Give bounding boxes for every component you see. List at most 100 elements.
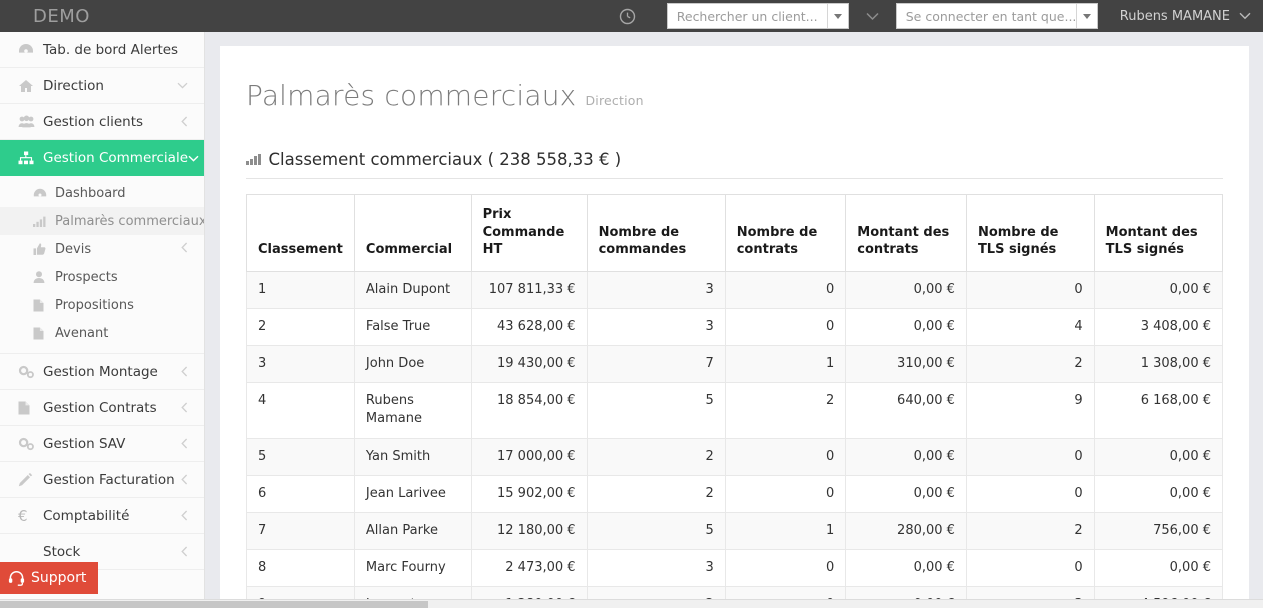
topbar-expand-chevron[interactable]: [849, 12, 896, 21]
column-header-classement[interactable]: Classement: [246, 194, 355, 272]
client-search-input[interactable]: Rechercher un client...: [666, 3, 849, 29]
cell-rank: 3: [246, 345, 355, 384]
cell-montant-tls: 0,00 €: [1093, 270, 1224, 309]
table-row[interactable]: 8 Marc Fourny 2 473,00 €3 0 0,00 €0 0,00 €: [246, 549, 1224, 588]
column-header-nombre-de-commandes[interactable]: Nombre de commandes: [586, 194, 726, 272]
horizontal-scrollbar[interactable]: [0, 599, 1263, 608]
user-menu[interactable]: Rubens MAMANE: [1098, 9, 1251, 24]
sidebar-item-label: Comptabilité: [43, 507, 130, 524]
cell-nombre-commandes: 3: [586, 270, 726, 309]
cell-nombre-commandes: 5: [586, 511, 726, 551]
table-row[interactable]: 3 John Doe 19 430,00 €7 1 310,00 €2 1 308,00 …: [246, 345, 1224, 384]
sidebar-item-gestion-commerciale[interactable]: Gestion Commerciale: [0, 140, 204, 176]
sidebar-item-label: Gestion Montage: [43, 363, 158, 380]
cell-nombre-contrats: 1: [724, 345, 847, 384]
cell-prix-commande-ht: 15 902,00 €: [470, 474, 588, 513]
cell-prix-commande-ht: 18 854,00 €: [470, 382, 588, 439]
sidebar-item-label: Gestion Facturation: [43, 471, 175, 488]
table-row[interactable]: 2 False True 43 628,00 €3 0 0,00 €4 3 408,00 …: [246, 307, 1224, 347]
table-row[interactable]: 5 Yan Smith 17 000,00 €2 0 0,00 €0 0,00 €: [246, 437, 1224, 476]
cell-commercial: Rubens Mamane: [353, 382, 472, 439]
sidebar-item-label: Prospects: [55, 269, 118, 285]
table-row[interactable]: 7 Allan Parke 12 180,00 €5 1 280,00 €2 756,00…: [246, 511, 1224, 551]
column-header-nombre-de-tls-signes[interactable]: Nombre de TLS signés: [965, 194, 1095, 272]
users-icon: [18, 115, 43, 128]
sidebar-item-label: Stock: [43, 543, 81, 560]
cell-montant-tls: 1 308,00 €: [1093, 345, 1224, 384]
cell-montant-contrats: 0,00 €: [845, 437, 967, 476]
cell-rank: 6: [246, 474, 355, 513]
cell-nombre-tls: 2: [965, 511, 1095, 551]
cell-nombre-commandes: 7: [586, 345, 726, 384]
cell-nombre-tls: 0: [965, 474, 1095, 513]
horizontal-scrollbar-thumb[interactable]: [0, 601, 428, 608]
sidebar-item-label: Gestion SAV: [43, 435, 126, 452]
cell-commercial: John Doe: [353, 345, 472, 384]
support-button-label: Support: [31, 570, 87, 586]
sidebar-item-gestion-contrats[interactable]: Gestion Contrats: [0, 390, 204, 426]
cell-nombre-tls: 9: [965, 382, 1095, 439]
chevron-down-icon: [1239, 9, 1251, 24]
table-row[interactable]: 1 Alain Dupont 107 811,33 €3 0 0,00 €0 0,00 €: [246, 270, 1224, 309]
chevron-left-icon: [181, 546, 204, 557]
column-header-prix-commande-ht[interactable]: Prix Commande HT: [470, 194, 588, 272]
cell-rank: 5: [246, 437, 355, 476]
sidebar-item-dashboard[interactable]: Dashboard: [0, 179, 204, 207]
dashboard-gauge-icon: [18, 43, 43, 56]
euro-icon: €: [18, 506, 28, 525]
cell-commercial: Allan Parke: [353, 511, 472, 551]
chevron-left-icon: [181, 116, 204, 127]
cell-rank: 7: [246, 511, 355, 551]
gears-icon: [18, 437, 43, 451]
sidebar-item-gestion-clients[interactable]: Gestion clients: [0, 104, 204, 140]
file-icon: [33, 299, 55, 312]
support-button[interactable]: Support: [0, 562, 99, 594]
sidebar-item-avenant[interactable]: Avenant: [0, 319, 204, 347]
cell-montant-contrats: 640,00 €: [845, 382, 967, 439]
cell-prix-commande-ht: 17 000,00 €: [470, 437, 588, 476]
cell-montant-contrats: 0,00 €: [845, 474, 967, 513]
caret-down-icon: [833, 13, 842, 19]
cell-prix-commande-ht: 12 180,00 €: [470, 511, 588, 551]
table-header-row: Classement Commercial Prix Commande HT N…: [246, 194, 1224, 272]
cell-rank: 1: [246, 270, 355, 309]
impersonate-search-input[interactable]: Se connecter en tant que...: [895, 3, 1098, 29]
ranking-table: Classement Commercial Prix Commande HT N…: [246, 194, 1224, 608]
cell-commercial: Yan Smith: [353, 437, 472, 476]
cell-nombre-contrats: 0: [724, 270, 847, 309]
sidebar-item-gestion-sav[interactable]: Gestion SAV: [0, 426, 204, 462]
client-search-dropdown-toggle[interactable]: [826, 4, 848, 28]
sidebar-item-direction[interactable]: Direction: [0, 68, 204, 104]
cell-rank: 2: [246, 307, 355, 347]
section-header-classement: Classement commerciaux ( 238 558,33 € ): [246, 150, 1223, 179]
impersonate-search-dropdown-toggle[interactable]: [1075, 4, 1097, 28]
cell-nombre-tls: 2: [965, 345, 1095, 384]
sitemap-icon: [18, 151, 43, 165]
column-header-montant-des-contrats[interactable]: Montant des contrats: [845, 194, 967, 272]
sidebar-item-devis[interactable]: Devis: [0, 235, 204, 263]
table-row[interactable]: 4 Rubens Mamane 18 854,00 €5 2 640,00 €9 6 16…: [246, 382, 1224, 439]
chevron-left-icon: [181, 242, 204, 256]
bar-chart-icon: [33, 216, 55, 227]
sidebar-item-prospects[interactable]: Prospects: [0, 263, 204, 291]
sidebar-item-comptabilite[interactable]: € Comptabilité: [0, 498, 204, 534]
sidebar: Tab. de bord Alertes Direction Gestion c…: [0, 32, 205, 608]
sidebar-item-label: Tab. de bord Alertes: [43, 41, 179, 58]
cell-nombre-contrats: 2: [724, 382, 847, 439]
sidebar-item-tab-de-bord-alertes[interactable]: Tab. de bord Alertes: [0, 32, 204, 68]
column-header-montant-des-tls-signes[interactable]: Montant des TLS signés: [1093, 194, 1224, 272]
sidebar-item-gestion-facturation[interactable]: Gestion Facturation: [0, 462, 204, 498]
sidebar-item-propositions[interactable]: Propositions: [0, 291, 204, 319]
cell-montant-contrats: 0,00 €: [845, 549, 967, 588]
topbar-right-group: Rechercher un client... Se connecter en …: [205, 0, 1263, 32]
sidebar-item-palmares-commerciaux[interactable]: Palmarès commerciaux: [0, 207, 204, 235]
thumbs-up-icon: [33, 243, 55, 255]
clock-icon[interactable]: [615, 3, 641, 29]
column-header-nombre-de-contrats[interactable]: Nombre de contrats: [724, 194, 847, 272]
chevron-down-icon: [188, 155, 204, 162]
column-header-commercial[interactable]: Commercial: [353, 194, 472, 272]
chevron-left-icon: [181, 438, 204, 449]
table-row[interactable]: 6 Jean Larivee 15 902,00 €2 0 0,00 €0 0,00 €: [246, 474, 1224, 513]
brand-logo[interactable]: DEMO: [0, 0, 205, 32]
sidebar-item-gestion-montage[interactable]: Gestion Montage: [0, 354, 204, 390]
